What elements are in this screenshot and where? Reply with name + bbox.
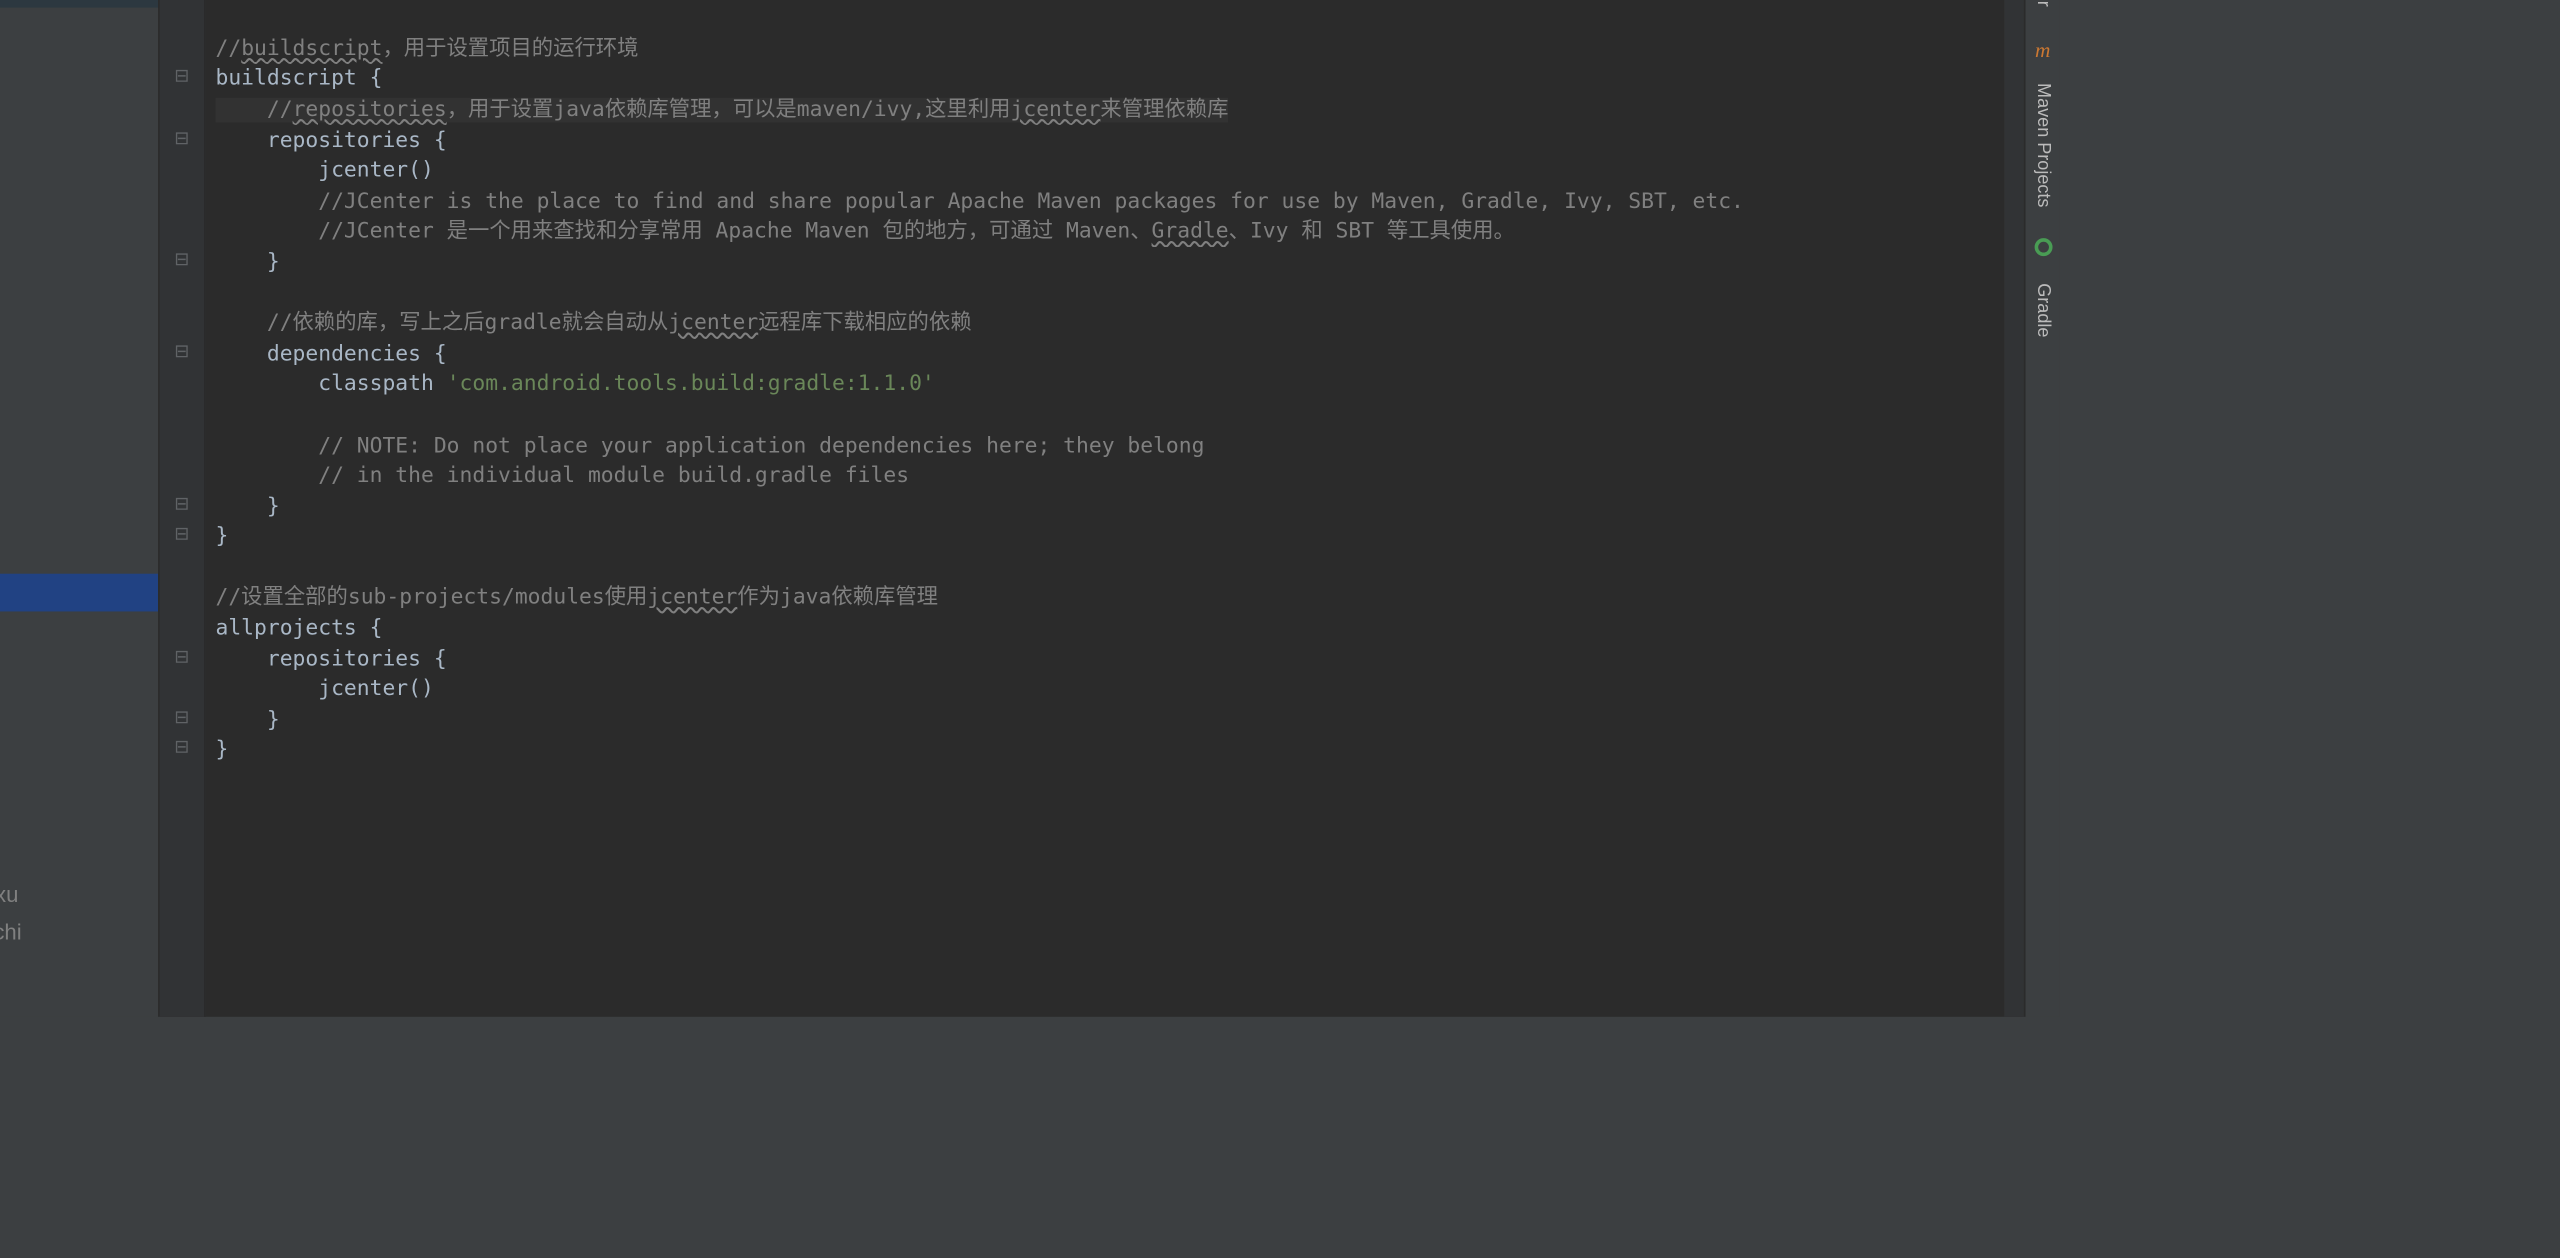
tree-external-libs[interactable]: 📚External Libraries bbox=[0, 838, 158, 876]
tree-node[interactable]: ▤AndroidManifest.xml bbox=[0, 272, 158, 310]
tree-node[interactable]: ▥< 1.8 > (/Library/Java/JavaVirtualMachi bbox=[0, 913, 158, 951]
tree-node[interactable]: 🗀androidTest bbox=[0, 121, 158, 159]
editor-content[interactable]: // Top-level build file where you can ad… bbox=[206, 0, 2005, 1017]
tree-node-app[interactable]: 🗀app bbox=[0, 0, 158, 8]
tree-node[interactable]: 🗀gradle bbox=[0, 498, 158, 536]
tree-node[interactable]: 🗀build bbox=[0, 460, 158, 498]
tree-node[interactable]: ▥app.iml bbox=[0, 347, 158, 385]
tree-node[interactable]: 🗎gradlew bbox=[0, 649, 158, 687]
tree-node-main[interactable]: 🗀main bbox=[0, 159, 158, 197]
tree-node[interactable]: 🗎.gitignore bbox=[0, 536, 158, 574]
tree-node[interactable]: ▤gradle.properties bbox=[0, 611, 158, 649]
error-stripe bbox=[2004, 0, 2024, 1017]
tool-commander[interactable]: Commander bbox=[2030, 0, 2056, 20]
tree-node[interactable]: 🗀build bbox=[0, 8, 158, 46]
tool-maven[interactable]: Maven Projects bbox=[2030, 69, 2056, 220]
gradle-icon[interactable] bbox=[2031, 236, 2054, 264]
project-tree: 🗀 TestMe (~/Documents/Skill/Android/Mate… bbox=[0, 0, 158, 1017]
maven-icon[interactable]: m bbox=[2035, 36, 2050, 62]
tree-node[interactable]: ▤local.properties bbox=[0, 725, 158, 763]
tree-node[interactable]: 🗀res bbox=[0, 234, 158, 272]
tree-node[interactable]: 🗎proguard-rules.pro bbox=[0, 423, 158, 461]
tree-node[interactable]: 📚support-annotations-22.0.0 bbox=[0, 951, 158, 989]
tree-node[interactable]: ▥TestMe.iml bbox=[0, 800, 158, 838]
right-tool-strip: ◆ Commander m Maven Projects Gradle bbox=[2024, 0, 2060, 1017]
editor-gutter: ⊟ ⊟ ⊟ ⊟ ⊟ bbox=[160, 0, 206, 1017]
tree-node-src[interactable]: 🗀src bbox=[0, 83, 158, 121]
tree-node[interactable]: build.gradle bbox=[0, 385, 158, 423]
tool-gradle[interactable]: Gradle bbox=[2030, 271, 2056, 351]
tree-node[interactable]: settings.gradle bbox=[0, 762, 158, 800]
tree-node[interactable]: 🗀libs bbox=[0, 45, 158, 83]
tree-node-selected[interactable]: build.gradle bbox=[0, 574, 158, 612]
tree-node[interactable]: ◆< Android API 22 Platform > (/Users/xu bbox=[0, 876, 158, 914]
tree-node[interactable]: 🗀java bbox=[0, 196, 158, 234]
editor-area: TestMe × app × Gradle files have changed… bbox=[160, 0, 2024, 1017]
tree-node[interactable]: 🗎.gitignore bbox=[0, 310, 158, 348]
project-panel: 🗀 Project ▼ ⊕ ≑ | ⚙▾ ⇥ 🗀 TestMe (~/Docum… bbox=[0, 0, 160, 1017]
tree-node[interactable]: 🗎gradlew.bat bbox=[0, 687, 158, 725]
